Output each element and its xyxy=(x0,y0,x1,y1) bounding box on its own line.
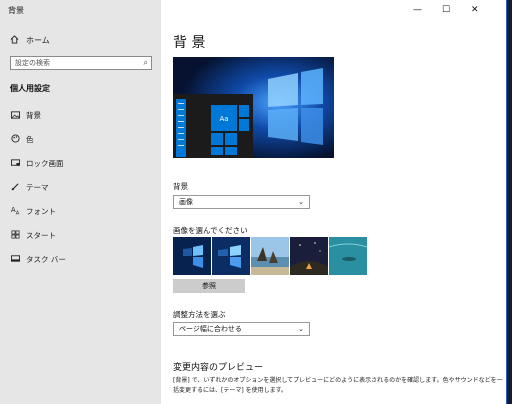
theme-brush-icon xyxy=(10,182,20,193)
sidebar-item-label: テーマ xyxy=(26,183,49,192)
thumbnail-beach-rocks[interactable] xyxy=(251,237,289,275)
lock-screen-icon xyxy=(10,158,20,169)
sidebar-item-themes[interactable]: テーマ xyxy=(10,182,49,193)
maximize-button[interactable]: ☐ xyxy=(442,5,450,15)
taskbar-icon xyxy=(10,255,20,264)
thumbnail-night-sky-tent[interactable] xyxy=(290,237,328,275)
sidebar-item-label: フォント xyxy=(26,207,56,216)
thumbnail-underwater-swimmer[interactable] xyxy=(328,237,368,275)
fit-select[interactable]: ページ幅に合わせる ⌄ xyxy=(173,322,310,336)
home-label: ホーム xyxy=(26,36,50,45)
section-title: 個人用設定 xyxy=(10,84,50,93)
preview-description: [背景] で、いずれかのオプションを選択してプレビューにどのように表示されるのか… xyxy=(173,377,503,394)
fit-label: 調整方法を選ぶ xyxy=(173,310,226,319)
picture-icon xyxy=(10,110,20,121)
image-thumbnails xyxy=(173,237,368,275)
fit-value: ページ幅に合わせる xyxy=(179,325,242,333)
background-type-value: 画像 xyxy=(179,198,193,206)
search-placeholder: 設定の検索 xyxy=(15,59,50,67)
sidebar-item-colors[interactable]: 色 xyxy=(10,134,34,145)
search-input[interactable]: 設定の検索 ⌕ xyxy=(10,56,152,70)
sidebar: 背景 ホーム 設定の検索 ⌕ 個人用設定 背景 色 ロック画面 テーマ AA フ… xyxy=(0,0,161,404)
search-icon: ⌕ xyxy=(143,58,148,67)
sidebar-item-fonts[interactable]: AA フォント xyxy=(10,206,56,217)
palette-icon xyxy=(10,134,20,145)
sidebar-item-label: 色 xyxy=(26,135,34,144)
background-label: 背景 xyxy=(173,182,188,191)
chevron-down-icon: ⌄ xyxy=(298,325,304,333)
font-icon: AA xyxy=(10,206,20,217)
sidebar-item-label: 背景 xyxy=(26,111,41,120)
sidebar-home[interactable]: ホーム xyxy=(10,35,50,46)
main-content: — ☐ ✕ 背 景 Aa 背景 画像 ⌄ 画像を選んでください 参照 調整方法を… xyxy=(161,0,506,404)
browse-button[interactable]: 参照 xyxy=(173,279,245,293)
sidebar-item-taskbar[interactable]: タスク バー xyxy=(10,254,66,265)
sidebar-item-label: ロック画面 xyxy=(26,159,64,168)
chevron-down-icon: ⌄ xyxy=(298,198,304,206)
minimize-button[interactable]: — xyxy=(413,5,422,15)
settings-window: 背景 ホーム 設定の検索 ⌕ 個人用設定 背景 色 ロック画面 テーマ AA フ… xyxy=(0,0,507,404)
start-grid-icon xyxy=(10,230,20,241)
thumbnail-windows-blue-1[interactable] xyxy=(173,237,211,275)
sidebar-item-label: スタート xyxy=(26,231,56,240)
choose-image-label: 画像を選んでください xyxy=(173,226,248,235)
windows-logo-wallpaper: Aa xyxy=(173,57,334,158)
close-button[interactable]: ✕ xyxy=(471,5,479,15)
sidebar-item-start[interactable]: スタート xyxy=(10,230,56,241)
preview-tile-text: Aa xyxy=(219,115,228,123)
background-type-select[interactable]: 画像 ⌄ xyxy=(173,195,310,209)
sidebar-item-background[interactable]: 背景 xyxy=(10,110,41,121)
preview-heading: 変更内容のプレビュー xyxy=(173,363,264,373)
thumbnail-windows-blue-2[interactable] xyxy=(212,237,250,275)
background-preview: Aa xyxy=(173,57,334,158)
sidebar-item-label: タスク バー xyxy=(26,255,66,264)
sidebar-item-lock-screen[interactable]: ロック画面 xyxy=(10,158,64,169)
window-title: 背景 xyxy=(8,6,24,15)
home-icon xyxy=(10,35,20,46)
page-title: 背 景 xyxy=(173,35,206,51)
